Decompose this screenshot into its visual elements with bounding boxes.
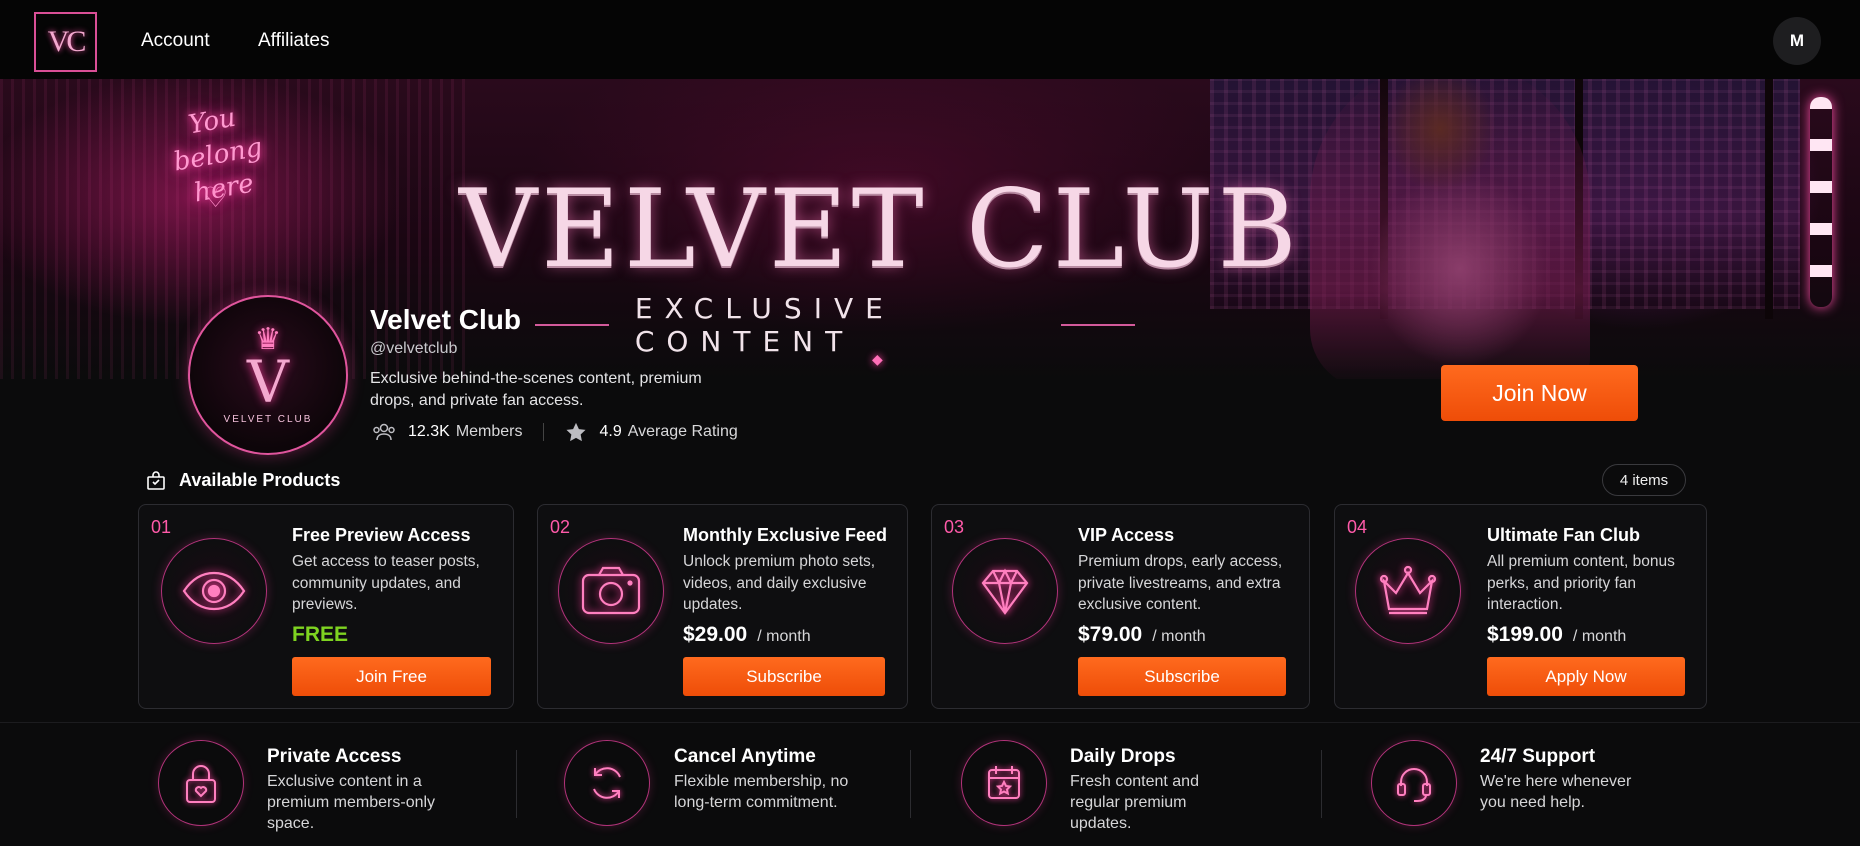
feature-icon-circle xyxy=(961,740,1047,826)
feature-cancel-anytime: Cancel Anytime Flexible membership, no l… xyxy=(564,736,894,836)
card-description: Unlock premium photo sets, videos, and d… xyxy=(683,553,876,613)
card-description: Get access to teaser posts, community up… xyxy=(292,553,480,613)
price-period: / month xyxy=(757,628,811,645)
price-amount: $199.00 xyxy=(1487,623,1563,646)
banner-subtitle-row: EXCLUSIVE CONTENT xyxy=(535,292,1135,358)
feature-description: Exclusive content in a premium members-o… xyxy=(267,773,436,832)
crown-icon xyxy=(1379,565,1437,615)
feature-separator xyxy=(1321,750,1322,818)
product-card-vip: 03 VIP Access Premium drops, early acces… xyxy=(931,504,1310,709)
star-icon xyxy=(565,422,586,442)
card-title: Free Preview Access xyxy=(292,525,471,545)
card-icon-circle xyxy=(558,538,664,644)
subscribe-button[interactable]: Subscribe xyxy=(683,657,885,696)
feature-description: Flexible membership, no long-term commit… xyxy=(674,773,849,811)
lock-heart-icon xyxy=(186,765,216,803)
card-number: 02 xyxy=(550,517,571,537)
camera-icon xyxy=(581,566,641,615)
members-label: Members xyxy=(455,423,523,440)
card-title: Ultimate Fan Club xyxy=(1487,525,1641,545)
members-icon xyxy=(373,423,395,441)
card-price: $199.00 / month xyxy=(1487,623,1626,647)
card-number: 04 xyxy=(1347,517,1368,537)
headset-icon xyxy=(1397,768,1431,802)
feature-icon-circle xyxy=(1371,740,1457,826)
feature-private-access: Private Access Exclusive content in a pr… xyxy=(158,736,488,836)
feature-icon-circle xyxy=(158,740,244,826)
shopping-bag-icon xyxy=(147,470,165,490)
profile-description: Exclusive behind-the-scenes content, pre… xyxy=(370,370,702,409)
feature-daily-drops: Daily Drops Fresh content and regular pr… xyxy=(961,736,1291,836)
feature-separator xyxy=(910,750,911,818)
subtitle-divider xyxy=(1061,324,1135,326)
window-frame-decoration xyxy=(1765,79,1773,319)
features-divider xyxy=(0,722,1860,723)
site-logo[interactable]: VC xyxy=(34,12,97,72)
card-description: Premium drops, early access, private liv… xyxy=(1078,553,1283,613)
feature-title: Private Access xyxy=(267,746,402,767)
feature-separator xyxy=(516,750,517,818)
price-amount: $79.00 xyxy=(1078,623,1143,646)
feature-support: 24/7 Support We're here whenever you nee… xyxy=(1371,736,1701,836)
user-avatar[interactable]: M xyxy=(1773,17,1821,65)
feature-title: Cancel Anytime xyxy=(674,746,816,767)
join-free-button[interactable]: Join Free xyxy=(292,657,491,696)
profile-name: Velvet Club xyxy=(370,304,521,335)
top-navigation: VC Account Affiliates M xyxy=(0,0,1860,79)
price-period: / month xyxy=(1152,628,1206,645)
banner-title: VELVET CLUB xyxy=(459,167,1301,292)
mirror-lights-decoration xyxy=(1810,97,1832,307)
feature-icon-circle xyxy=(564,740,650,826)
profile-logo: ♛ V VELVET CLUB xyxy=(188,295,348,455)
feature-title: Daily Drops xyxy=(1070,746,1176,767)
card-icon-circle xyxy=(1355,538,1461,644)
card-price: $79.00 / month xyxy=(1078,623,1206,647)
profile-stats: 12.3K Members 4.9 Average Rating xyxy=(372,422,738,442)
profile-handle: @velvetclub xyxy=(370,340,458,357)
members-count: 12.3K xyxy=(408,423,450,440)
feature-description: Fresh content and regular premium update… xyxy=(1070,773,1199,832)
products-title: Available Products xyxy=(179,470,341,490)
card-title: VIP Access xyxy=(1078,525,1175,545)
stats-divider xyxy=(542,423,544,441)
card-icon-circle xyxy=(952,538,1058,644)
card-number: 01 xyxy=(151,517,172,537)
items-count-badge: 4 items xyxy=(1602,464,1686,496)
card-price: $29.00 / month xyxy=(683,623,811,647)
price-amount: $29.00 xyxy=(683,623,748,646)
card-description: All premium content, bonus perks, and pr… xyxy=(1487,553,1675,613)
subscribe-button[interactable]: Subscribe xyxy=(1078,657,1286,696)
rating-label: Average Rating xyxy=(627,423,738,440)
product-card-monthly-feed: 02 Monthly Exclusive Feed Unlock premium… xyxy=(537,504,908,709)
nav-link-account[interactable]: Account xyxy=(141,30,210,52)
card-number: 03 xyxy=(944,517,965,537)
card-icon-circle xyxy=(161,538,267,644)
rating-value: 4.9 xyxy=(599,423,622,440)
nav-link-affiliates[interactable]: Affiliates xyxy=(258,30,329,52)
products-header: Available Products xyxy=(146,470,340,491)
banner-subtitle: EXCLUSIVE CONTENT xyxy=(634,292,895,358)
join-now-button[interactable]: Join Now xyxy=(1441,365,1638,421)
banner-gem-icon: ◆ xyxy=(872,351,883,367)
card-price: FREE xyxy=(292,623,349,646)
card-title: Monthly Exclusive Feed xyxy=(683,525,888,545)
refresh-icon xyxy=(593,767,621,799)
product-card-ultimate: 04 Ultimate Fan Club All premium content… xyxy=(1334,504,1707,709)
calendar-star-icon xyxy=(988,766,1020,799)
profile-logo-letter: V xyxy=(247,347,289,416)
apply-now-button[interactable]: Apply Now xyxy=(1487,657,1685,696)
product-card-free-preview: 01 Free Preview Access Get access to tea… xyxy=(138,504,514,709)
subtitle-divider xyxy=(535,324,609,326)
eye-icon xyxy=(182,571,246,611)
feature-description: We're here whenever you need help. xyxy=(1480,773,1632,811)
profile-logo-text: VELVET CLUB xyxy=(223,413,313,425)
diamond-icon xyxy=(981,568,1029,615)
feature-title: 24/7 Support xyxy=(1480,746,1596,767)
price-period: / month xyxy=(1572,628,1627,645)
